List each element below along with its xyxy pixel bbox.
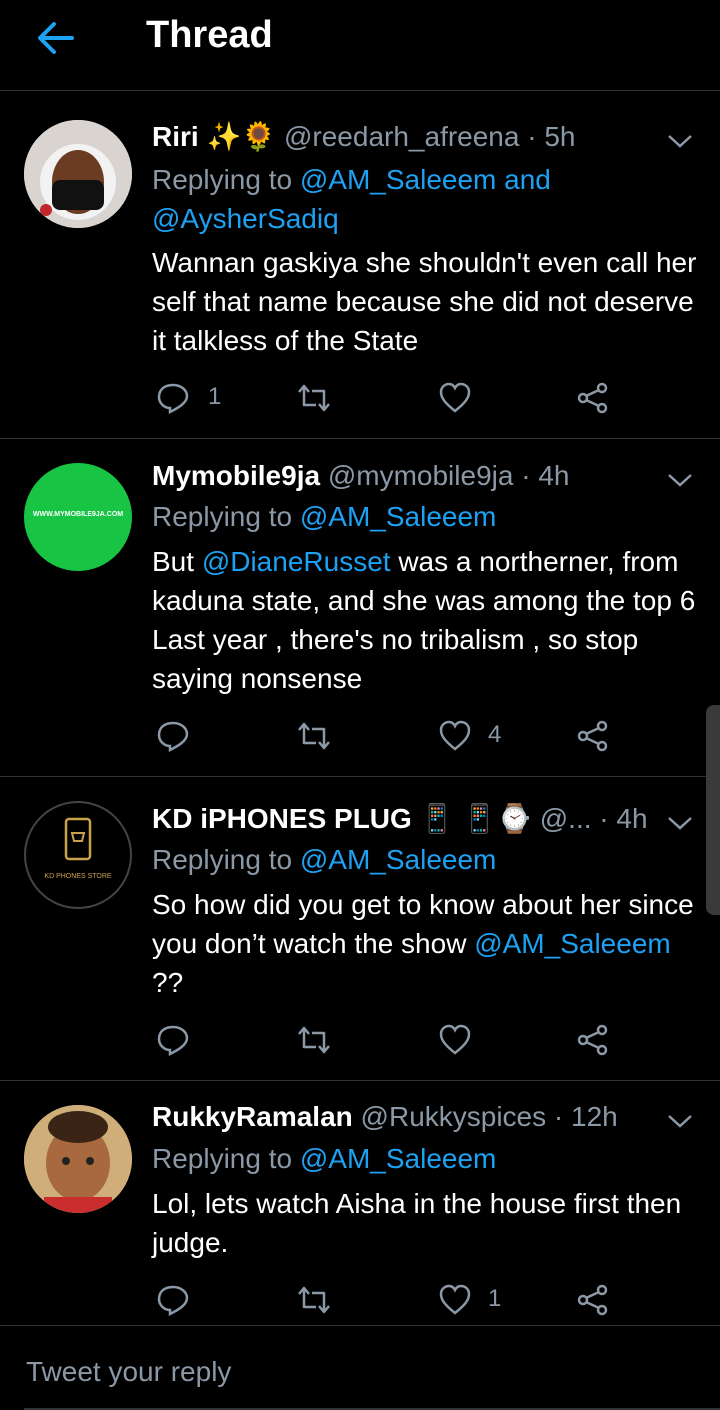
- mention-link[interactable]: @AM_Saleeem: [474, 928, 671, 959]
- tweet-actions: 1: [152, 379, 622, 419]
- tweet-actions: [152, 1021, 622, 1061]
- author-handle[interactable]: @...: [540, 803, 592, 834]
- chevron-down-icon[interactable]: [666, 813, 694, 833]
- author-name[interactable]: KD iPHONES PLUG: [152, 803, 412, 834]
- tweet[interactable]: KD PHONES STORE KD iPHONES PLUG 📱 📱⌚ @..…: [0, 777, 720, 1081]
- mention-link[interactable]: @AM_Saleeem: [300, 1143, 497, 1174]
- author-name[interactable]: Mymobile9ja: [152, 460, 320, 491]
- author-emoji: 📱 📱⌚: [419, 803, 532, 834]
- author-name[interactable]: Riri: [152, 121, 199, 152]
- avatar-text: WWW.MYMOBILE9JA.COM: [32, 511, 124, 518]
- top-bar: Thread: [0, 0, 720, 91]
- back-arrow-icon[interactable]: [36, 18, 76, 58]
- replying-to: Replying to @AM_Saleeem and @AysherSadiq: [152, 164, 551, 234]
- author-name[interactable]: RukkyRamalan: [152, 1101, 353, 1132]
- mention-link[interactable]: @AM_Saleeem: [300, 844, 497, 875]
- avatar-text: KD PHONES STORE: [44, 873, 112, 880]
- reply-input[interactable]: Tweet your reply: [26, 1356, 231, 1388]
- avatar[interactable]: [24, 1105, 132, 1213]
- mention-link[interactable]: @AM_Saleeem and: [300, 164, 551, 195]
- tweet[interactable]: RukkyRamalan @Rukkyspices · 12h Replying…: [0, 1081, 720, 1326]
- author-emoji: ✨🌻: [206, 121, 277, 152]
- chevron-down-icon[interactable]: [666, 470, 694, 490]
- author-handle[interactable]: @reedarh_afreena: [284, 121, 519, 152]
- avatar[interactable]: WWW.MYMOBILE9JA.COM: [24, 463, 132, 571]
- tweet-actions: 4: [152, 717, 622, 757]
- tweet-actions: 1: [152, 1281, 622, 1321]
- mention-link[interactable]: @AM_Saleeem: [300, 501, 497, 532]
- tweet-time: · 5h: [527, 121, 576, 152]
- avatar[interactable]: [24, 120, 132, 228]
- author-handle[interactable]: @mymobile9ja: [328, 460, 514, 491]
- mention-link[interactable]: @DianeRusset: [202, 546, 391, 577]
- chevron-down-icon[interactable]: [666, 131, 694, 151]
- tweet-time: · 4h: [599, 803, 648, 834]
- like-count: 1: [488, 1285, 502, 1312]
- replying-to: Replying to @AM_Saleeem: [152, 501, 497, 532]
- reply-composer[interactable]: Tweet your reply: [0, 1326, 720, 1410]
- tweet[interactable]: Riri ✨🌻 @reedarh_afreena · 5h Replying t…: [0, 91, 720, 439]
- page-title: Thread: [146, 14, 273, 56]
- reply-count: 1: [208, 383, 222, 410]
- avatar[interactable]: KD PHONES STORE: [24, 801, 132, 909]
- tweet-time: · 4h: [521, 460, 570, 491]
- tweet-text: Wannan gaskiya she shouldn't even call h…: [152, 247, 697, 356]
- mention-link[interactable]: @AysherSadiq: [152, 203, 339, 234]
- author-handle[interactable]: @Rukkyspices: [361, 1101, 547, 1132]
- tweet-time: · 12h: [553, 1101, 618, 1132]
- chevron-down-icon[interactable]: [666, 1111, 694, 1131]
- like-count: 4: [488, 721, 502, 748]
- tweet-text: But @DianeRusset was a northerner, from …: [152, 546, 696, 694]
- tweet-text: So how did you get to know about her sin…: [152, 889, 694, 998]
- tweet-text: Lol, lets watch Aisha in the house first…: [152, 1188, 682, 1258]
- tweet[interactable]: WWW.MYMOBILE9JA.COM Mymobile9ja @mymobil…: [0, 439, 720, 777]
- scrollbar[interactable]: [706, 705, 720, 915]
- replying-to: Replying to @AM_Saleeem: [152, 844, 497, 875]
- replying-to: Replying to @AM_Saleeem: [152, 1143, 497, 1174]
